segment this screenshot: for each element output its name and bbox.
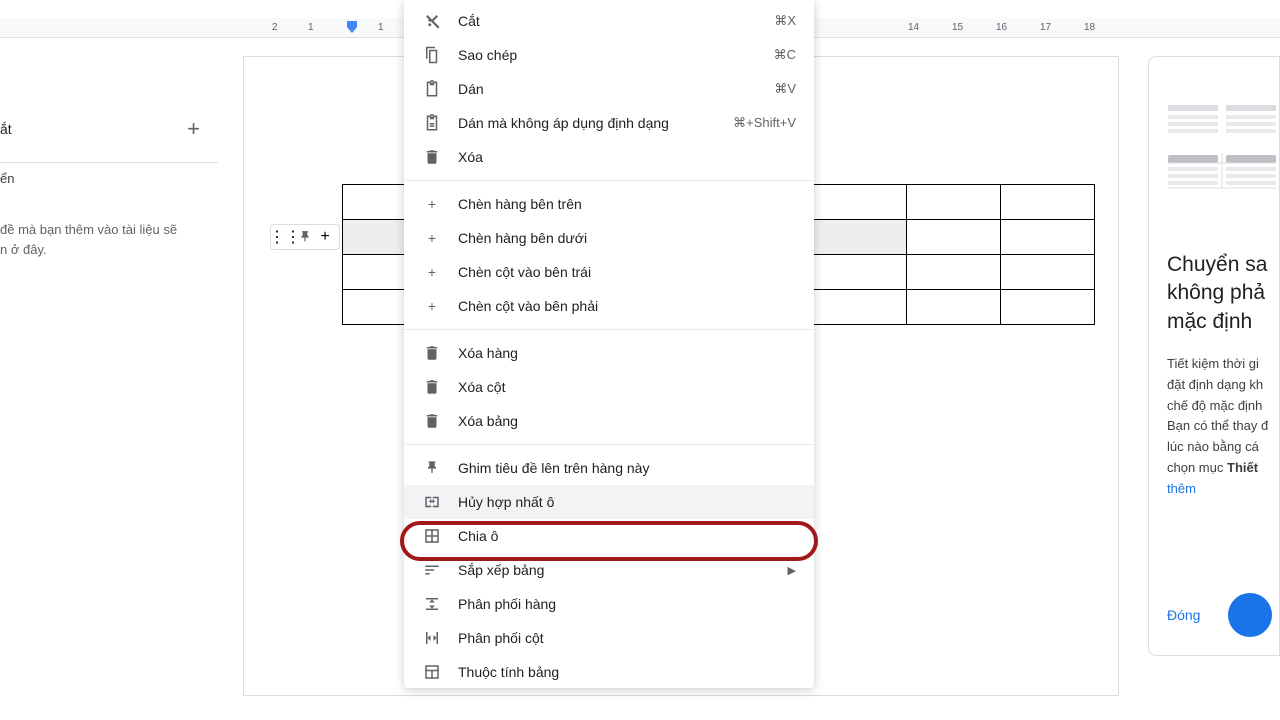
info-panel: Chuyển sakhông phảmặc định Tiết kiệm thờ… xyxy=(1148,56,1280,656)
chevron-right-icon: ▶ xyxy=(788,564,796,577)
pin-icon xyxy=(422,458,442,478)
menu-distribute-cols[interactable]: Phân phối cột xyxy=(404,621,814,655)
trash-icon xyxy=(422,147,442,167)
menu-divider xyxy=(404,180,814,181)
panel-more-link[interactable]: thêm xyxy=(1167,481,1196,496)
menu-cut[interactable]: Cắt ⌘X xyxy=(404,4,814,38)
plus-icon: + xyxy=(422,262,442,282)
menu-divider xyxy=(404,444,814,445)
table-icon xyxy=(422,662,442,682)
menu-split-cell[interactable]: Chia ô xyxy=(404,519,814,553)
plus-icon: + xyxy=(422,296,442,316)
copy-icon xyxy=(422,45,442,65)
menu-copy[interactable]: Sao chép ⌘C xyxy=(404,38,814,72)
trash-icon xyxy=(422,343,442,363)
menu-unmerge-cells[interactable]: Hủy hợp nhất ô xyxy=(404,485,814,519)
plus-icon: + xyxy=(422,228,442,248)
sidebar-divider xyxy=(0,162,218,163)
menu-insert-row-below[interactable]: + Chèn hàng bên dưới xyxy=(404,221,814,255)
context-menu: Cắt ⌘X Sao chép ⌘C Dán ⌘V Dán mà không á… xyxy=(404,0,814,688)
outline-hint: đề mà bạn thêm vào tài liệu sẽ n ở đây. xyxy=(0,190,218,267)
menu-delete[interactable]: Xóa xyxy=(404,140,814,174)
menu-table-properties[interactable]: Thuộc tính bảng xyxy=(404,655,814,684)
menu-delete-col[interactable]: Xóa cột xyxy=(404,370,814,404)
panel-close-button[interactable]: Đóng xyxy=(1167,607,1200,623)
paste-plain-icon xyxy=(422,113,442,133)
distribute-cols-icon xyxy=(422,628,442,648)
pin-icon[interactable] xyxy=(297,229,313,245)
plus-icon[interactable]: + xyxy=(317,229,333,245)
menu-insert-col-left[interactable]: + Chèn cột vào bên trái xyxy=(404,255,814,289)
menu-sort-table[interactable]: Sắp xếp bảng ▶ xyxy=(404,553,814,587)
menu-delete-row[interactable]: Xóa hàng xyxy=(404,336,814,370)
menu-pin-header[interactable]: Ghim tiêu đề lên trên hàng này xyxy=(404,451,814,485)
panel-illustration xyxy=(1167,75,1279,235)
trash-icon xyxy=(422,377,442,397)
paste-icon xyxy=(422,79,442,99)
trash-icon xyxy=(422,411,442,431)
add-outline-icon[interactable]: + xyxy=(187,116,200,142)
menu-distribute-rows[interactable]: Phân phối hàng xyxy=(404,587,814,621)
menu-delete-table[interactable]: Xóa bảng xyxy=(404,404,814,438)
split-icon xyxy=(422,526,442,546)
menu-insert-col-right[interactable]: + Chèn cột vào bên phải xyxy=(404,289,814,323)
sidebar-subtitle: ển xyxy=(0,171,218,190)
distribute-rows-icon xyxy=(422,594,442,614)
plus-icon: + xyxy=(422,194,442,214)
sort-icon xyxy=(422,560,442,580)
menu-paste-plain[interactable]: Dán mà không áp dụng định dạng ⌘+Shift+V xyxy=(404,106,814,140)
unmerge-icon xyxy=(422,492,442,512)
panel-title: Chuyển sakhông phảmặc định xyxy=(1167,251,1279,336)
row-handle[interactable]: ⋮⋮ + xyxy=(270,224,340,250)
outline-title: ắt xyxy=(0,121,12,137)
menu-insert-row-above[interactable]: + Chèn hàng bên trên xyxy=(404,187,814,221)
panel-primary-button[interactable] xyxy=(1228,593,1272,637)
panel-body: Tiết kiệm thời giđặt định dạng khchế độ … xyxy=(1167,354,1279,500)
drag-icon[interactable]: ⋮⋮ xyxy=(277,229,293,245)
menu-divider xyxy=(404,329,814,330)
cut-icon xyxy=(422,11,442,31)
outline-sidebar: ắt + ển đề mà bạn thêm vào tài liệu sẽ n… xyxy=(0,56,218,277)
menu-paste[interactable]: Dán ⌘V xyxy=(404,72,814,106)
indent-marker-icon[interactable] xyxy=(346,20,358,34)
